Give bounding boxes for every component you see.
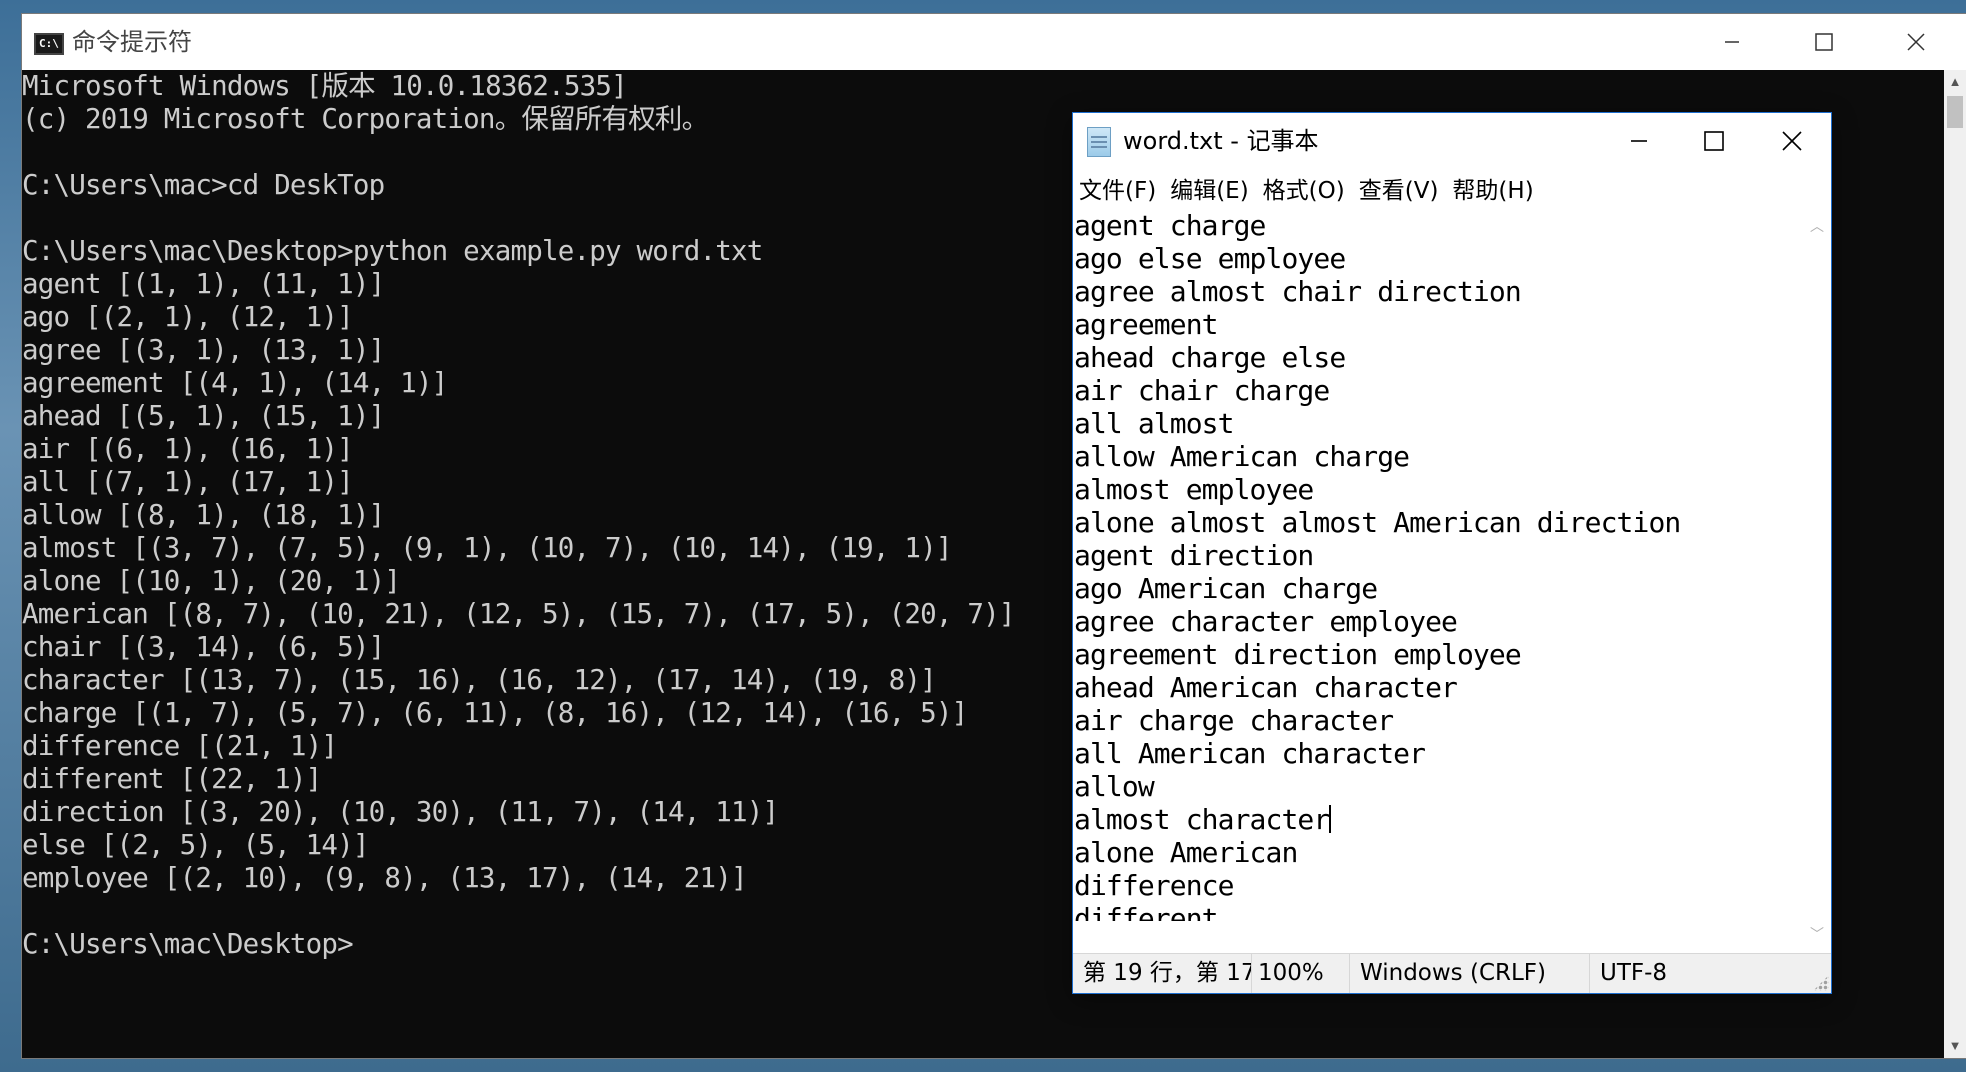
notepad-minimize-button[interactable] — [1603, 113, 1675, 169]
scroll-up-icon[interactable]: ︿ — [1803, 213, 1831, 239]
close-icon — [1907, 33, 1925, 51]
scroll-down-icon[interactable]: ▼ — [1944, 1034, 1966, 1058]
text-line-content: ahead charge else — [1074, 341, 1346, 374]
minimize-button[interactable] — [1686, 14, 1778, 70]
text-line-content: almost employee — [1074, 473, 1314, 506]
text-line: almost employee — [1074, 473, 1803, 506]
text-line-content: difference — [1074, 869, 1234, 902]
text-line: ago American charge — [1074, 572, 1803, 605]
maximize-button[interactable] — [1778, 14, 1870, 70]
text-line-content: different — [1074, 902, 1219, 921]
close-button[interactable] — [1870, 14, 1962, 70]
text-line-content: agreement direction employee — [1074, 638, 1522, 671]
menu-format[interactable]: 格式(O) — [1263, 171, 1345, 205]
menu-edit[interactable]: 编辑(E) — [1170, 171, 1248, 205]
console-title: 命令提示符 — [72, 28, 192, 56]
scroll-up-icon[interactable]: ▲ — [1944, 70, 1966, 94]
text-line-content: alone almost almost American direction — [1074, 506, 1681, 539]
text-line: ahead charge else — [1074, 341, 1803, 374]
console-scrollbar[interactable]: ▲ ▼ — [1944, 70, 1966, 1058]
text-line: agree almost chair direction — [1074, 275, 1803, 308]
minimize-icon — [1725, 41, 1739, 43]
status-encoding: UTF-8 — [1589, 954, 1831, 993]
text-line-content: allow — [1074, 770, 1155, 803]
text-caret — [1329, 805, 1332, 833]
text-line-content: ago American charge — [1074, 572, 1378, 605]
text-line: agree character employee — [1074, 605, 1803, 638]
text-line-content: almost character — [1074, 803, 1330, 836]
notepad-maximize-button[interactable] — [1677, 113, 1751, 169]
console-line: Microsoft Windows [版本 10.0.18362.535] — [22, 70, 628, 102]
notepad-text-area[interactable]: agent charge ago else employee agree almos… — [1073, 209, 1803, 921]
status-line-ending: Windows (CRLF) — [1349, 954, 1589, 993]
scroll-down-icon[interactable]: ﹀ — [1803, 921, 1831, 947]
notepad-close-button[interactable] — [1753, 113, 1831, 169]
text-line-content: ahead American character — [1074, 671, 1458, 704]
text-line: almost character — [1074, 803, 1803, 836]
text-line: difference — [1074, 869, 1803, 902]
notepad-title: word.txt - 记事本 — [1123, 127, 1319, 155]
notepad-icon — [1087, 127, 1111, 157]
text-line-content: air chair charge — [1074, 374, 1330, 407]
notepad-title-bar[interactable]: word.txt - 记事本 — [1073, 113, 1831, 169]
notepad-status-bar: 第 19 行，第 17 列 100% Windows (CRLF) UTF-8 — [1073, 953, 1831, 993]
text-line-content: agent direction — [1074, 539, 1314, 572]
text-line-content: allow American charge — [1074, 440, 1410, 473]
text-line-content: alone American — [1074, 836, 1298, 869]
text-line: allow — [1074, 770, 1803, 803]
notepad-window[interactable]: word.txt - 记事本 文件(F) 编辑(E) 格式(O) 查看(V) 帮… — [1073, 113, 1831, 993]
menu-file[interactable]: 文件(F) — [1079, 171, 1156, 205]
text-line-content: ago else employee — [1074, 242, 1346, 275]
text-line: agreement direction employee — [1074, 638, 1803, 671]
text-line: air charge character — [1074, 704, 1803, 737]
maximize-icon — [1815, 33, 1833, 51]
text-line-content: air charge character — [1074, 704, 1394, 737]
text-line: agent direction — [1074, 539, 1803, 572]
status-cursor-position: 第 19 行，第 17 列 — [1083, 960, 1251, 986]
close-icon — [1782, 131, 1802, 151]
notepad-menu-bar: 文件(F) 编辑(E) 格式(O) 查看(V) 帮助(H) — [1073, 169, 1831, 207]
text-line: all American character — [1074, 737, 1803, 770]
menu-help[interactable]: 帮助(H) — [1452, 171, 1533, 205]
text-line: air chair charge — [1074, 374, 1803, 407]
text-line: allow American charge — [1074, 440, 1803, 473]
text-line: agreement — [1074, 308, 1803, 341]
text-line-content: agreement — [1074, 308, 1219, 341]
text-line-content: all almost — [1074, 407, 1234, 440]
text-line-content: agree almost chair direction — [1074, 275, 1522, 308]
text-line-content: agent charge — [1074, 209, 1266, 242]
text-line: agent charge — [1074, 209, 1803, 242]
text-line: alone almost almost American direction — [1074, 506, 1803, 539]
text-line: ago else employee — [1074, 242, 1803, 275]
text-line-content: all American character — [1074, 737, 1426, 770]
console-icon: C:\ — [34, 33, 64, 55]
text-line: all almost — [1074, 407, 1803, 440]
text-line-content: agree character employee — [1074, 605, 1458, 638]
minimize-icon — [1631, 140, 1647, 142]
text-line: different — [1074, 902, 1803, 921]
menu-view[interactable]: 查看(V) — [1359, 171, 1439, 205]
text-line: ahead American character — [1074, 671, 1803, 704]
notepad-bottom-margin — [1073, 921, 1803, 951]
status-zoom: 100% — [1251, 954, 1349, 993]
text-line: alone American — [1074, 836, 1803, 869]
notepad-scrollbar[interactable]: ︿ ﹀ — [1803, 209, 1831, 951]
maximize-icon — [1704, 131, 1724, 151]
scrollbar-thumb[interactable] — [1947, 96, 1963, 128]
console-title-bar[interactable]: C:\ 命令提示符 — [22, 14, 1966, 70]
